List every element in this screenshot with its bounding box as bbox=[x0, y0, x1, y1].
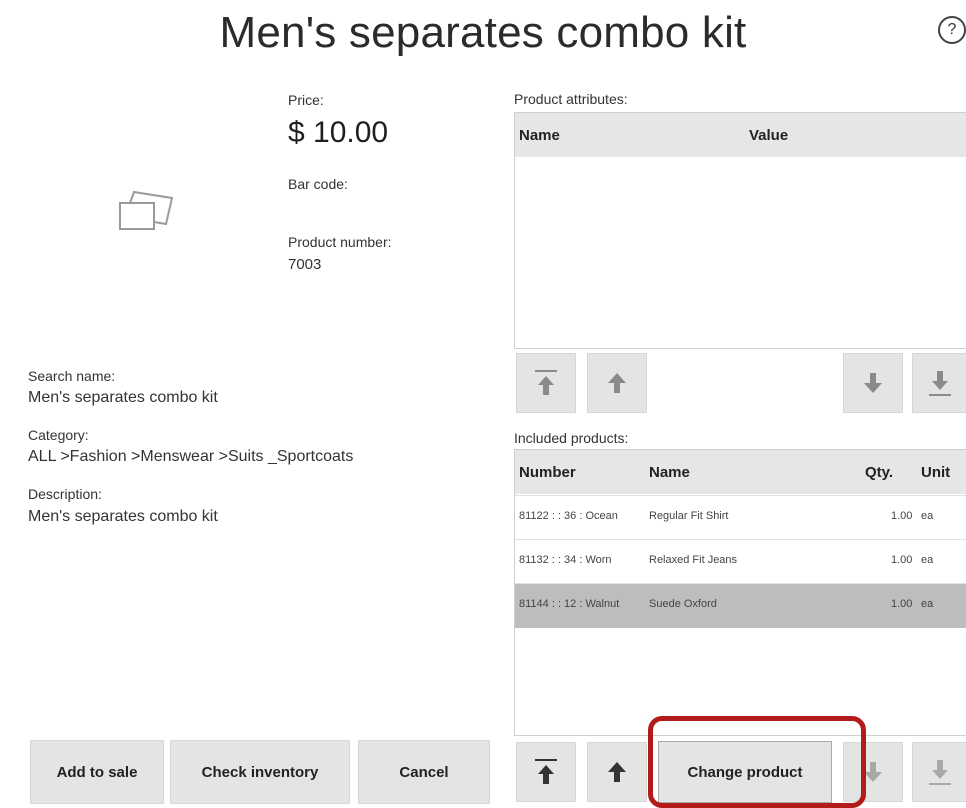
price-label: Price: bbox=[288, 92, 324, 108]
cell-qty: 1.00 bbox=[891, 598, 913, 610]
page-title: Men's separates combo kit bbox=[219, 8, 747, 57]
search-name-label: Search name: bbox=[28, 368, 116, 384]
search-name-value: Men's separates combo kit bbox=[28, 389, 218, 406]
category-value: ALL >Fashion >Menswear >Suits _Sportcoat… bbox=[28, 448, 354, 465]
move-attr-bottom-button[interactable] bbox=[912, 353, 966, 413]
cell-number: 81132 : : 34 : Worn bbox=[519, 554, 612, 566]
barcode-label: Bar code: bbox=[288, 176, 348, 192]
description-value: Men's separates combo kit bbox=[28, 508, 218, 525]
attributes-table: Name Value bbox=[514, 112, 966, 349]
table-row[interactable]: 81122 : : 36 : Ocean Regular Fit Shirt 1… bbox=[515, 495, 966, 540]
attributes-label: Product attributes: bbox=[514, 91, 628, 107]
check-inventory-button[interactable]: Check inventory bbox=[170, 740, 350, 804]
column-header-unit[interactable]: Unit bbox=[921, 464, 950, 481]
cell-unit: ea bbox=[921, 554, 934, 566]
cell-number: 81122 : : 36 : Ocean bbox=[519, 510, 618, 522]
cell-unit: ea bbox=[921, 510, 934, 522]
move-top-icon bbox=[535, 759, 557, 784]
arrow-down-icon bbox=[864, 373, 882, 393]
column-header-value[interactable]: Value bbox=[749, 127, 788, 144]
included-label: Included products: bbox=[514, 430, 629, 446]
move-attr-top-button[interactable] bbox=[516, 353, 576, 413]
product-number-label: Product number: bbox=[288, 234, 392, 250]
highlight-box bbox=[648, 716, 866, 808]
move-bottom-icon bbox=[929, 760, 951, 785]
cell-qty: 1.00 bbox=[891, 510, 913, 522]
column-header-name[interactable]: Name bbox=[649, 464, 690, 481]
included-products-table: Number Name Qty. Unit 81122 : : 36 : Oce… bbox=[514, 449, 966, 736]
cancel-button[interactable]: Cancel bbox=[358, 740, 490, 804]
category-label: Category: bbox=[28, 427, 89, 443]
column-header-number[interactable]: Number bbox=[519, 464, 576, 481]
add-to-sale-button[interactable]: Add to sale bbox=[30, 740, 164, 804]
move-attr-down-button[interactable] bbox=[843, 353, 903, 413]
move-included-bottom-button[interactable] bbox=[912, 742, 966, 802]
description-label: Description: bbox=[28, 486, 102, 502]
product-number-value: 7003 bbox=[288, 256, 322, 273]
arrow-up-icon bbox=[608, 373, 626, 393]
move-top-icon bbox=[535, 370, 557, 395]
cell-name: Relaxed Fit Jeans bbox=[649, 554, 738, 566]
cell-number: 81144 : : 12 : Walnut bbox=[519, 598, 620, 610]
arrow-up-icon bbox=[608, 762, 626, 782]
attributes-header: Name Value bbox=[515, 113, 966, 157]
column-header-qty[interactable]: Qty. bbox=[865, 464, 893, 481]
move-attr-up-button[interactable] bbox=[587, 353, 647, 413]
cell-name: Suede Oxford bbox=[649, 598, 717, 610]
column-header-name[interactable]: Name bbox=[519, 127, 560, 144]
move-included-up-button[interactable] bbox=[587, 742, 647, 802]
cell-name: Regular Fit Shirt bbox=[649, 510, 729, 522]
product-image-placeholder-icon bbox=[119, 190, 174, 230]
cell-qty: 1.00 bbox=[891, 554, 913, 566]
cell-unit: ea bbox=[921, 598, 934, 610]
table-row-selected[interactable]: 81144 : : 12 : Walnut Suede Oxford 1.00 … bbox=[515, 583, 966, 628]
table-row[interactable]: 81132 : : 34 : Worn Relaxed Fit Jeans 1.… bbox=[515, 539, 966, 584]
price-value: $ 10.00 bbox=[288, 116, 389, 149]
move-included-top-button[interactable] bbox=[516, 742, 576, 802]
included-header: Number Name Qty. Unit bbox=[515, 450, 966, 494]
help-icon[interactable]: ? bbox=[938, 16, 966, 44]
move-bottom-icon bbox=[929, 371, 951, 396]
